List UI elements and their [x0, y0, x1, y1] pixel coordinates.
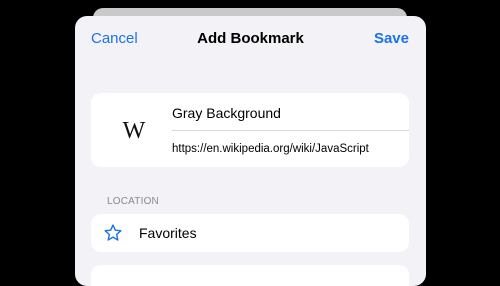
- location-section-header: LOCATION: [107, 196, 159, 207]
- add-bookmark-sheet: Cancel Add Bookmark Save W LOCATION Favo…: [75, 16, 426, 286]
- star-icon: [104, 224, 122, 241]
- navigation-bar: Cancel Add Bookmark Save: [75, 16, 426, 62]
- save-button[interactable]: Save: [374, 30, 409, 47]
- field-divider: [172, 130, 409, 131]
- location-favorites-row[interactable]: Favorites: [91, 214, 409, 252]
- location-folder-label: Favorites: [139, 225, 197, 241]
- folder-list-row[interactable]: [91, 265, 409, 286]
- bookmark-details-card: W: [91, 93, 409, 167]
- wikipedia-icon: W: [122, 118, 146, 144]
- bookmark-url-field[interactable]: [172, 139, 404, 159]
- bookmark-title-field[interactable]: [172, 102, 400, 124]
